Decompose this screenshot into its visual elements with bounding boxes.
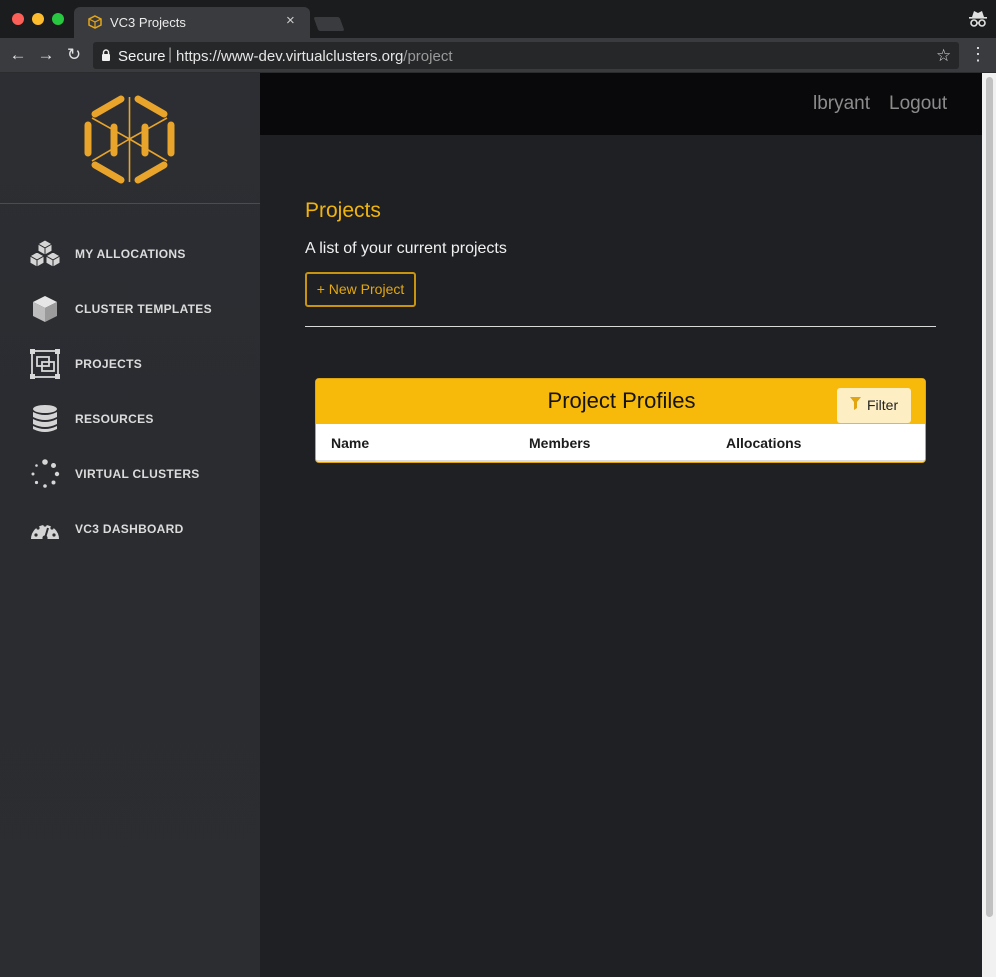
address-bar[interactable]: Secure | https://www-dev.virtualclusters… — [93, 42, 959, 69]
sidebar-item-label: PROJECTS — [75, 357, 143, 371]
url-path: /project — [403, 48, 453, 65]
spinner-icon — [31, 459, 60, 488]
column-header-name[interactable]: Name — [331, 435, 369, 451]
page-subtitle: A list of your current projects — [305, 240, 507, 257]
user-link[interactable]: lbryant — [813, 93, 870, 115]
browser-menu-icon[interactable]: ⋮ — [968, 44, 988, 66]
page-scrollbar[interactable] — [982, 73, 996, 977]
database-icon — [33, 405, 57, 432]
sidebar-item-label: VIRTUAL CLUSTERS — [75, 467, 200, 481]
url-separator: | — [168, 46, 173, 63]
sidebar-item-resources[interactable]: RESOURCES — [0, 399, 260, 439]
top-navbar: lbryant Logout — [260, 73, 982, 135]
filter-button[interactable]: Filter — [837, 388, 911, 423]
sidebar-item-my-allocations[interactable]: MY ALLOCATIONS — [0, 234, 260, 274]
window-zoom-button[interactable] — [52, 13, 64, 25]
sidebar-item-label: MY ALLOCATIONS — [75, 247, 186, 261]
back-arrow-icon[interactable]: ← — [8, 45, 28, 65]
browser-tab[interactable]: VC3 Projects × — [74, 7, 310, 38]
main-content: Projects A list of your current projects… — [260, 135, 982, 977]
window-minimize-button[interactable] — [32, 13, 44, 25]
window-close-button[interactable] — [12, 13, 24, 25]
table-title: Project Profiles — [547, 388, 696, 413]
tab-title: VC3 Projects — [110, 15, 186, 30]
bookmark-star-icon[interactable]: ☆ — [936, 46, 951, 66]
lock-icon — [102, 49, 110, 61]
logout-link[interactable]: Logout — [889, 93, 947, 115]
tab-close-icon[interactable]: × — [286, 12, 295, 29]
sidebar-item-label: VC3 DASHBOARD — [75, 522, 184, 536]
scrollbar-thumb[interactable] — [986, 77, 993, 917]
filter-funnel-icon — [850, 397, 861, 410]
column-header-members[interactable]: Members — [529, 435, 590, 451]
vc3-logo-icon[interactable] — [83, 93, 176, 186]
project-frame-icon — [30, 349, 60, 379]
sidebar-item-vc3-dashboard[interactable]: VC3 DASHBOARD — [0, 509, 260, 549]
sidebar-item-virtual-clusters[interactable]: VIRTUAL CLUSTERS — [0, 454, 260, 494]
divider — [305, 326, 936, 327]
reload-icon[interactable]: ↻ — [64, 45, 84, 65]
browser-toolbar: ← → ↻ Secure | https://www-dev.virtualcl… — [0, 38, 996, 73]
table-header-bar: Project Profiles Filter — [316, 379, 925, 424]
sidebar-logo-area — [0, 73, 260, 204]
url-text: https://www-dev.virtualclusters.org/proj… — [176, 48, 453, 65]
vc3-favicon-icon — [88, 15, 102, 29]
dashboard-gauge-icon — [31, 523, 59, 541]
secure-label: Secure — [118, 48, 166, 65]
sidebar-item-label: CLUSTER TEMPLATES — [75, 302, 212, 316]
cube-icon — [33, 296, 57, 322]
browser-titlebar: VC3 Projects × — [0, 0, 996, 38]
table-bottom-border — [316, 460, 925, 462]
cubes-icon — [29, 239, 61, 268]
sidebar: MY ALLOCATIONS CLUSTER TEMPLATES PROJECT… — [0, 73, 260, 977]
sidebar-item-cluster-templates[interactable]: CLUSTER TEMPLATES — [0, 289, 260, 329]
forward-arrow-icon[interactable]: → — [36, 45, 56, 65]
page-title: Projects — [305, 199, 381, 222]
column-header-allocations[interactable]: Allocations — [726, 435, 801, 451]
project-profiles-table: Project Profiles Filter Name Members All… — [315, 378, 926, 463]
filter-label: Filter — [867, 397, 899, 413]
sidebar-item-projects[interactable]: PROJECTS — [0, 344, 260, 384]
new-project-button[interactable]: + New Project — [305, 272, 416, 307]
new-tab-button[interactable] — [313, 17, 345, 31]
sidebar-item-label: RESOURCES — [75, 412, 154, 426]
url-host: https://www-dev.virtualclusters.org — [176, 48, 404, 65]
incognito-icon — [969, 11, 987, 27]
